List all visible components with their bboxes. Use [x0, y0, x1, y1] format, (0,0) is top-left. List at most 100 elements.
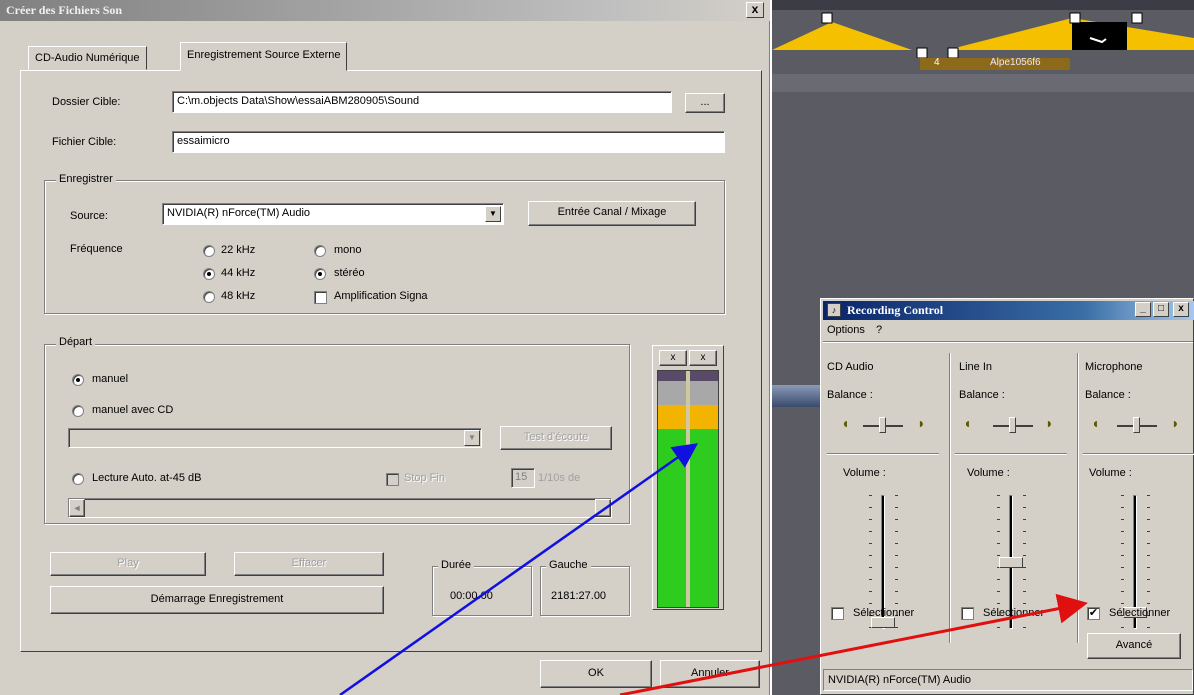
- browse-button[interactable]: ...: [685, 93, 725, 113]
- scroll-right-button[interactable]: [595, 499, 611, 517]
- radio-22khz[interactable]: [203, 245, 215, 257]
- column-divider: [955, 453, 1067, 455]
- balance-slider-thumb[interactable]: [1133, 417, 1140, 433]
- target-file-label: Fichier Cible:: [52, 136, 117, 148]
- column-separator: [1077, 353, 1079, 643]
- volume-label: Volume :: [1089, 467, 1132, 479]
- stop-end-label: Stop Fin: [404, 472, 445, 484]
- cancel-button[interactable]: Annuler: [660, 660, 760, 688]
- speaker-left-icon: ◖: [963, 415, 972, 431]
- rec-close-button[interactable]: x: [1173, 302, 1189, 317]
- create-sound-files-dialog: Créer des Fichiers Son x CD-Audio Numéri…: [0, 0, 770, 695]
- radio-44khz[interactable]: [203, 268, 215, 280]
- play-button[interactable]: Play: [50, 552, 206, 576]
- maximize-button[interactable]: □: [1153, 302, 1169, 317]
- seconds-input[interactable]: 15: [511, 468, 535, 488]
- balance-label: Balance :: [959, 389, 1005, 401]
- line-in-select-label: Sélectionner: [983, 607, 1045, 619]
- timeline-clip-number: 4: [934, 57, 940, 68]
- source-label: Source:: [70, 210, 108, 222]
- radio-48khz[interactable]: [203, 291, 215, 303]
- remaining-value: 2181:27.00: [551, 590, 607, 602]
- volume-label: Volume :: [843, 467, 886, 479]
- radio-44khz-label: 44 kHz: [221, 267, 256, 279]
- record-group-title: Enregistrer: [56, 173, 116, 185]
- volume-slider-thumb[interactable]: [999, 557, 1023, 568]
- radio-48khz-label: 48 kHz: [221, 290, 256, 302]
- column-separator: [949, 353, 951, 643]
- volume-label: Volume :: [967, 467, 1010, 479]
- radio-auto-read[interactable]: [72, 473, 84, 485]
- radio-mono[interactable]: [314, 245, 326, 257]
- target-file-input[interactable]: essaimicro: [172, 131, 725, 153]
- speaker-right-icon: ◗: [1045, 415, 1054, 431]
- amplification-checkbox[interactable]: [314, 291, 327, 304]
- line-in-select-checkbox[interactable]: [961, 607, 974, 620]
- listen-test-button[interactable]: Test d'écoute: [500, 426, 612, 450]
- dialog-titlebar[interactable]: Créer des Fichiers Son: [0, 0, 770, 21]
- scroll-left-arrow-icon[interactable]: ◄: [69, 499, 85, 517]
- cd-track-select[interactable]: [68, 428, 482, 448]
- recording-control-window: ♪ Recording Control _ □ x Options ? CD A…: [820, 298, 1194, 695]
- advanced-button[interactable]: Avancé: [1087, 633, 1181, 659]
- position-scrollbar[interactable]: ◄: [68, 498, 612, 518]
- recording-control-title: Recording Control: [847, 303, 944, 317]
- radio-stereo[interactable]: [314, 268, 326, 280]
- ok-button[interactable]: OK: [540, 660, 652, 688]
- balance-slider-thumb[interactable]: [879, 417, 886, 433]
- radio-mono-label: mono: [334, 244, 362, 256]
- tab-external-recording[interactable]: Enregistrement Source Externe: [180, 42, 348, 71]
- cd-track-dropdown-icon[interactable]: ▼: [464, 430, 480, 446]
- source-select[interactable]: NVIDIA(R) nForce(TM) Audio: [162, 203, 504, 225]
- radio-stereo-label: stéréo: [334, 267, 365, 279]
- cd-audio-select-checkbox[interactable]: [831, 607, 844, 620]
- column-title: CD Audio: [827, 361, 874, 373]
- timeline-clip[interactable]: 4 Alpe1056f6: [920, 57, 1070, 70]
- channel-mix-button[interactable]: Entrée Canal / Mixage: [528, 201, 696, 226]
- timeline-clip-label: Alpe1056f6: [990, 57, 1041, 68]
- vu-right-reset-button[interactable]: x: [689, 350, 717, 366]
- mixer-app-icon: ♪: [827, 303, 841, 317]
- erase-button[interactable]: Effacer: [234, 552, 384, 576]
- radio-22khz-label: 22 kHz: [221, 244, 256, 256]
- microphone-select-label: Sélectionner: [1109, 607, 1171, 619]
- mixer-column-line-in: Line In Balance : ◖ ◗ Volume :: [953, 343, 1073, 643]
- duration-title: Durée: [438, 559, 474, 571]
- duration-value: 00:00.00: [450, 590, 493, 602]
- radio-manual-cd[interactable]: [72, 405, 84, 417]
- recording-control-titlebar[interactable]: ♪ Recording Control _ □ x: [823, 301, 1194, 320]
- status-bar: NVIDIA(R) nForce(TM) Audio: [823, 669, 1193, 691]
- minimize-button[interactable]: _: [1135, 302, 1151, 317]
- vu-meter: x x: [652, 345, 724, 610]
- start-recording-button[interactable]: Démarrage Enregistrement: [50, 586, 384, 614]
- balance-label: Balance :: [827, 389, 873, 401]
- radio-auto-read-label: Lecture Auto. at-45 dB: [92, 472, 202, 484]
- cd-audio-select-label: Sélectionner: [853, 607, 915, 619]
- target-folder-label: Dossier Cible:: [52, 96, 121, 108]
- speaker-left-icon: ◖: [841, 415, 850, 431]
- radio-manual-label: manuel: [92, 373, 129, 385]
- vu-left-reset-button[interactable]: x: [659, 350, 687, 366]
- microphone-select-checkbox[interactable]: ✔: [1087, 607, 1100, 620]
- radio-manual-cd-label: manuel avec CD: [92, 404, 174, 416]
- speaker-left-icon: ◖: [1091, 415, 1100, 431]
- source-dropdown-icon[interactable]: ▼: [485, 206, 501, 222]
- speaker-right-icon: ◗: [1171, 415, 1180, 431]
- column-divider: [1083, 453, 1194, 455]
- target-folder-input[interactable]: C:\m.objects Data\Show\essaiABM280905\So…: [172, 91, 672, 113]
- dialog-title: Créer des Fichiers Son: [6, 3, 123, 17]
- source-value: NVIDIA(R) nForce(TM) Audio: [167, 207, 311, 219]
- stop-end-checkbox[interactable]: [386, 473, 399, 486]
- status-device: NVIDIA(R) nForce(TM) Audio: [828, 674, 972, 686]
- radio-manual[interactable]: [72, 374, 84, 386]
- timeline-track-yellow[interactable]: [772, 8, 1194, 58]
- dialog-close-button[interactable]: x: [746, 2, 764, 18]
- balance-slider-thumb[interactable]: [1009, 417, 1016, 433]
- menu-options[interactable]: Options: [827, 324, 865, 336]
- menu-help[interactable]: ?: [876, 324, 882, 336]
- amplification-label: Amplification Signa: [334, 290, 428, 302]
- speaker-right-icon: ◗: [917, 415, 926, 431]
- timeline-divider: [772, 74, 1194, 92]
- tab-cd-audio[interactable]: CD-Audio Numérique: [28, 46, 147, 70]
- mixer-column-microphone: Microphone Balance : ◖ ◗ Volume :: [1081, 343, 1194, 643]
